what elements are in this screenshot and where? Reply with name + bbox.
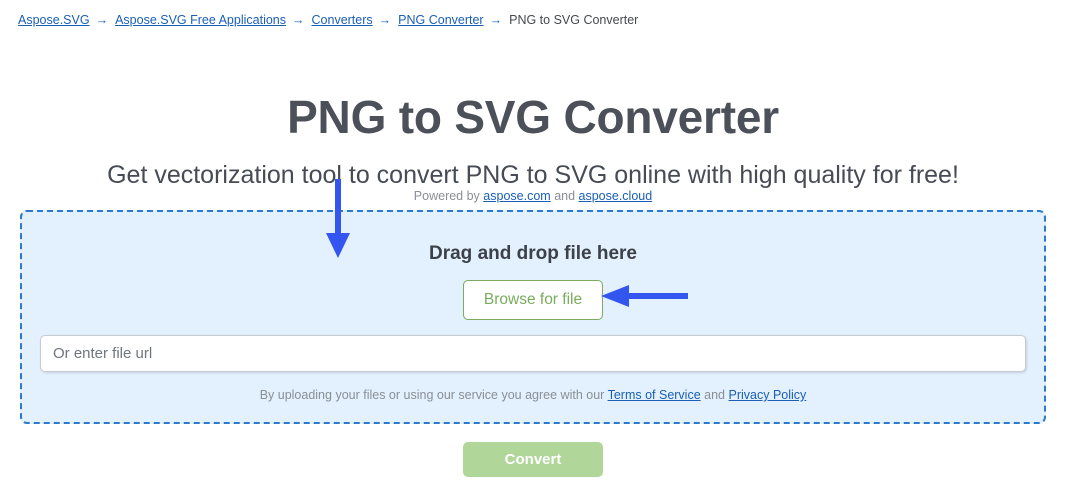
legal-conjunction: and — [704, 388, 726, 402]
terms-of-service-link[interactable]: Terms of Service — [608, 388, 701, 402]
page-subtitle: Get vectorization tool to convert PNG to… — [107, 161, 959, 189]
breadcrumb-separator: → — [95, 13, 109, 27]
aspose-cloud-link[interactable]: aspose.cloud — [579, 189, 653, 203]
breadcrumb-item-current: PNG to SVG Converter — [509, 13, 639, 27]
breadcrumb-separator: → — [292, 13, 305, 27]
privacy-policy-link[interactable]: Privacy Policy — [729, 388, 807, 402]
page-title: PNG to SVG Converter — [287, 90, 779, 143]
breadcrumb: Aspose.SVG → Aspose.SVG Free Applications →… — [18, 12, 638, 28]
aspose-com-link[interactable]: aspose.com — [483, 189, 550, 203]
convert-button[interactable]: Convert — [463, 442, 603, 477]
breadcrumb-separator: → — [378, 13, 392, 27]
legal-prefix: By uploading your files or using our ser… — [259, 388, 605, 402]
breadcrumb-separator: → — [489, 13, 503, 27]
browse-for-file-button[interactable]: Browse for file — [463, 280, 603, 320]
file-dropzone[interactable]: Drag and drop file here Browse for file … — [20, 210, 1046, 424]
dropzone-legal-text: By uploading your files or using our ser… — [22, 387, 1044, 403]
breadcrumb-item-aspose-svg[interactable]: Aspose.SVG — [18, 13, 90, 27]
powered-by-prefix: Powered by — [413, 189, 480, 203]
breadcrumb-item-png-converter[interactable]: PNG Converter — [398, 13, 483, 27]
breadcrumb-item-free-applications[interactable]: Aspose.SVG Free Applications — [115, 13, 286, 27]
file-url-input[interactable] — [40, 335, 1026, 372]
dropzone-title: Drag and drop file here — [429, 243, 637, 264]
powered-by-conjunction: and — [554, 189, 576, 203]
breadcrumb-item-converters[interactable]: Converters — [312, 13, 373, 27]
powered-by-line: Powered by aspose.com and aspose.cloud — [0, 188, 1066, 204]
